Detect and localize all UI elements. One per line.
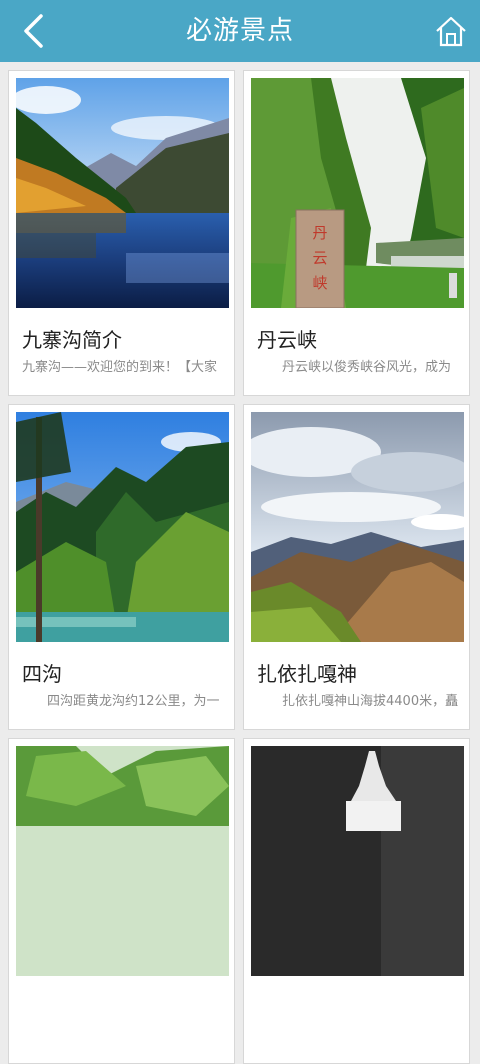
svg-text:峡: 峡 bbox=[312, 274, 327, 292]
svg-text:丹: 丹 bbox=[312, 224, 327, 242]
spot-name: 丹云峡 bbox=[257, 328, 317, 352]
spot-image bbox=[16, 746, 229, 976]
spot-image bbox=[251, 412, 464, 642]
title-bar: 必游景点 bbox=[0, 0, 480, 62]
spot-name: 扎依扎嘎神 bbox=[257, 662, 357, 686]
spot-card[interactable] bbox=[8, 738, 235, 1064]
spot-card[interactable]: 丹 云 峡 丹云峡 丹云峡以俊秀峡谷风光，成为 bbox=[243, 70, 470, 396]
spot-desc: 扎依扎嘎神山海拔4400米，矗 bbox=[282, 694, 459, 709]
svg-text:云: 云 bbox=[312, 249, 327, 267]
spot-image bbox=[16, 412, 229, 642]
spot-image bbox=[16, 78, 229, 308]
spot-card[interactable]: 九寨沟简介 九寨沟——欢迎您的到来！【大家 bbox=[8, 70, 235, 396]
page-title: 必游景点 bbox=[185, 16, 294, 46]
spot-card[interactable]: 扎依扎嘎神 扎依扎嘎神山海拔4400米，矗 bbox=[243, 404, 470, 730]
spot-desc: 九寨沟——欢迎您的到来！【大家 bbox=[22, 360, 218, 375]
spot-card[interactable]: 四沟 四沟距黄龙沟约12公里，为一 bbox=[8, 404, 235, 730]
spot-image bbox=[251, 746, 464, 976]
spot-name: 四沟 bbox=[22, 662, 62, 686]
spot-card[interactable] bbox=[243, 738, 470, 1064]
spot-image: 丹 云 峡 bbox=[251, 78, 464, 308]
spot-desc: 四沟距黄龙沟约12公里，为一 bbox=[47, 694, 220, 709]
spot-desc: 丹云峡以俊秀峡谷风光，成为 bbox=[282, 360, 452, 375]
spot-name: 九寨沟简介 bbox=[22, 328, 122, 352]
home-button[interactable] bbox=[434, 14, 468, 48]
home-icon bbox=[436, 16, 466, 47]
